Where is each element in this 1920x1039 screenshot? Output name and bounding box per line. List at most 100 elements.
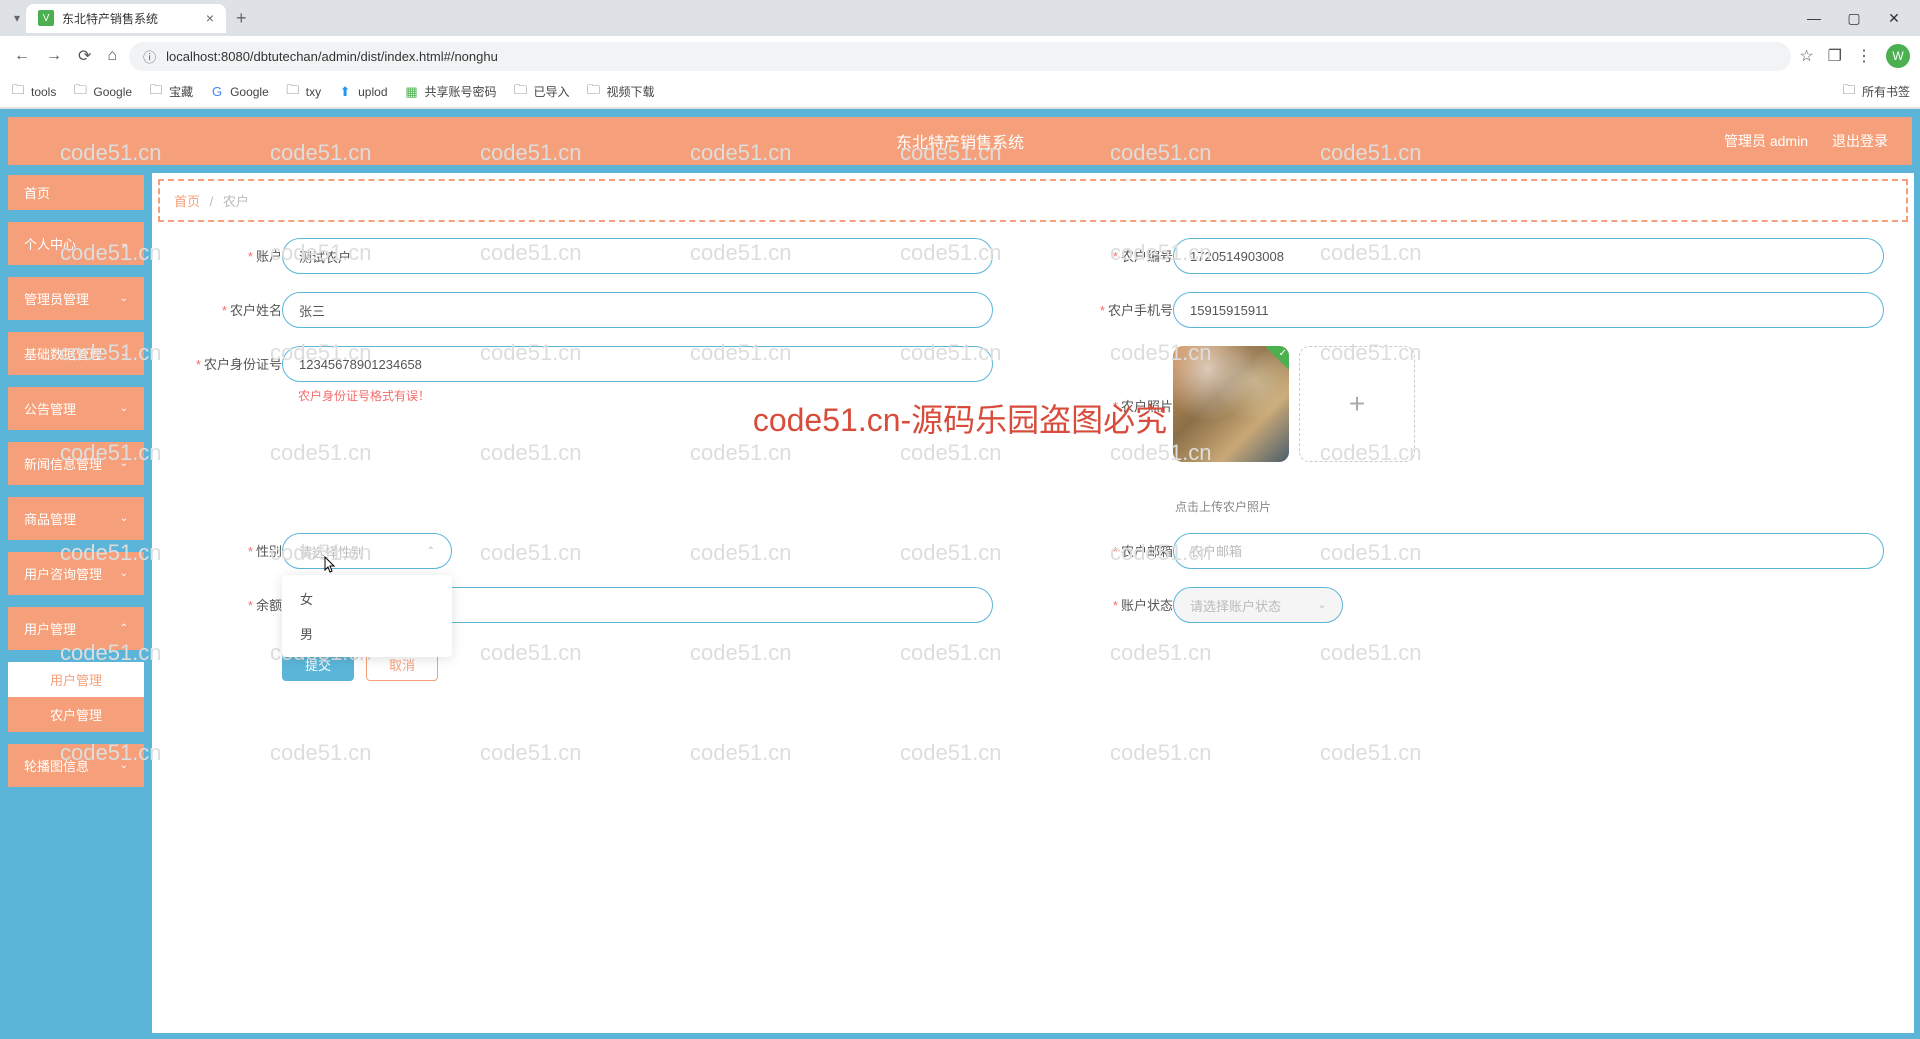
bookmark-share[interactable]: ▦共享账号密码 [404, 83, 497, 100]
close-window-icon[interactable]: ✕ [1884, 10, 1904, 27]
profile-avatar[interactable]: W [1886, 44, 1910, 68]
url-text: localhost:8080/dbtutechan/admin/dist/ind… [166, 49, 498, 64]
breadcrumb-home[interactable]: 首页 [174, 194, 200, 209]
chevron-down-icon: ⌄ [120, 513, 128, 524]
sidebar-item-notice[interactable]: 公告管理⌄ [6, 385, 146, 432]
app-title: 东北特产销售系统 [896, 129, 1024, 153]
account-status-select[interactable]: 请选择账户状态 ⌄ [1173, 587, 1343, 623]
chevron-down-icon: ⌄ [120, 348, 128, 359]
site-info-icon[interactable]: ⓘ [143, 47, 156, 66]
new-tab-button[interactable]: + [226, 8, 257, 29]
chevron-down-icon: ⌄ [120, 238, 128, 249]
bookmark-video[interactable]: 🗀视频下载 [586, 83, 655, 100]
label-gender: *性别 [182, 533, 282, 560]
farmer-no-input[interactable] [1173, 238, 1884, 274]
label-account: *账户 [182, 238, 282, 265]
gender-dropdown: 女 男 [282, 575, 452, 657]
gender-placeholder: 请选择性别 [299, 542, 364, 561]
farmer-id-error: 农户身份证号格式有误！ [282, 387, 993, 404]
sidebar-item-consult[interactable]: 用户咨询管理⌄ [6, 550, 146, 597]
breadcrumb: 首页 / 农户 [158, 179, 1908, 222]
breadcrumb-current: 农户 [223, 194, 249, 209]
forward-icon[interactable]: → [42, 43, 66, 69]
label-farmer-photo: *农户照片 [1073, 346, 1173, 415]
maximize-icon[interactable]: ▢ [1844, 10, 1864, 27]
chevron-down-icon: ⌄ [120, 403, 128, 414]
farmer-form: *账户 *农户编号 *农户姓名 *农户手机号 [152, 228, 1914, 691]
sidebar-item-home[interactable]: 首页 [6, 173, 146, 212]
chevron-down-icon: ⌄ [120, 458, 128, 469]
bookmark-import[interactable]: 🗀已导入 [513, 83, 570, 100]
sidebar-item-usermgmt[interactable]: 用户管理⌃ [6, 605, 146, 652]
browser-tab[interactable]: V 东北特产销售系统 × [26, 4, 226, 33]
photo-thumbnail[interactable] [1173, 346, 1289, 462]
sidebar-item-basedata[interactable]: 基础数据管理⌄ [6, 330, 146, 377]
browser-chrome: ▾ V 东北特产销售系统 × + — ▢ ✕ ← → ⟳ ⌂ ⓘ localho… [0, 0, 1920, 109]
sidebar-item-carousel[interactable]: 轮播图信息⌄ [6, 742, 146, 789]
window-controls: — ▢ ✕ [1804, 10, 1920, 27]
sidebar: 首页 个人中心⌄ 管理员管理⌄ 基础数据管理⌄ 公告管理⌄ 新闻信息管理⌄ 商品… [6, 173, 146, 1033]
sidebar-sub-usermgmt[interactable]: 用户管理 [8, 662, 144, 697]
url-input[interactable]: ⓘ localhost:8080/dbtutechan/admin/dist/i… [129, 42, 1791, 71]
photo-upload-button[interactable]: + [1299, 346, 1415, 462]
account-status-placeholder: 请选择账户状态 [1190, 596, 1281, 615]
app-header: 东北特产销售系统 管理员 admin 退出登录 [6, 115, 1914, 167]
bookmark-tools[interactable]: 🗀tools [10, 84, 56, 100]
sidebar-item-product[interactable]: 商品管理⌄ [6, 495, 146, 542]
menu-icon[interactable]: ⋮ [1856, 46, 1872, 66]
app: 东北特产销售系统 管理员 admin 退出登录 首页 个人中心⌄ 管理员管理⌄ … [0, 109, 1920, 1039]
all-bookmarks[interactable]: 🗀所有书签 [1841, 83, 1910, 100]
back-icon[interactable]: ← [10, 43, 34, 69]
label-farmer-id: *农户身份证号 [182, 346, 282, 373]
plus-icon: + [1349, 388, 1365, 420]
bookmark-uplod[interactable]: ⬆uplod [337, 84, 387, 100]
sidebar-submenu: 用户管理 农户管理 [6, 660, 146, 734]
tab-favicon-icon: V [38, 10, 54, 26]
user-label[interactable]: 管理员 admin [1724, 131, 1808, 151]
farmer-email-input[interactable] [1173, 533, 1884, 569]
bookmark-baozang[interactable]: 🗀宝藏 [148, 83, 193, 100]
label-farmer-no: *农户编号 [1073, 238, 1173, 265]
label-account-status: *账户状态 [1073, 587, 1173, 614]
bookmark-google1[interactable]: 🗀Google [72, 84, 132, 100]
breadcrumb-separator: / [210, 194, 214, 209]
chevron-up-icon: ⌃ [427, 546, 435, 557]
main-content: 首页 / 农户 *账户 *农户编号 *农户姓 [152, 173, 1914, 1033]
tab-bar: ▾ V 东北特产销售系统 × + — ▢ ✕ [0, 0, 1920, 36]
tab-close-icon[interactable]: × [206, 10, 214, 26]
tab-title: 东北特产销售系统 [62, 10, 158, 27]
gender-select[interactable]: 请选择性别 ⌃ [282, 533, 452, 569]
label-balance: *余额 [182, 587, 282, 614]
bookmark-google2[interactable]: GGoogle [209, 84, 269, 100]
minimize-icon[interactable]: — [1804, 10, 1824, 27]
logout-button[interactable]: 退出登录 [1832, 131, 1888, 151]
tab-dropdown-icon[interactable]: ▾ [8, 11, 26, 25]
sidebar-item-news[interactable]: 新闻信息管理⌄ [6, 440, 146, 487]
home-icon[interactable]: ⌂ [103, 43, 121, 69]
chevron-down-icon: ⌄ [120, 760, 128, 771]
label-farmer-name: *农户姓名 [182, 292, 282, 319]
farmer-phone-input[interactable] [1173, 292, 1884, 328]
url-bar: ← → ⟳ ⌂ ⓘ localhost:8080/dbtutechan/admi… [0, 36, 1920, 76]
gender-option-male[interactable]: 男 [282, 616, 452, 651]
upload-hint: 点击上传农户照片 [1173, 498, 1884, 515]
chevron-down-icon: ⌄ [1318, 600, 1326, 611]
bookmark-bar: 🗀tools 🗀Google 🗀宝藏 GGoogle 🗀txy ⬆uplod ▦… [0, 76, 1920, 108]
upload-success-icon [1265, 346, 1289, 370]
sidebar-sub-farmermgmt[interactable]: 农户管理 [8, 697, 144, 732]
farmer-id-input[interactable] [282, 346, 993, 382]
account-input[interactable] [282, 238, 993, 274]
sidebar-item-personal[interactable]: 个人中心⌄ [6, 220, 146, 267]
sidebar-item-admin[interactable]: 管理员管理⌄ [6, 275, 146, 322]
chevron-up-icon: ⌃ [120, 623, 128, 634]
label-farmer-email: *农户邮箱 [1073, 533, 1173, 560]
label-farmer-phone: *农户手机号 [1073, 292, 1173, 319]
gender-option-female[interactable]: 女 [282, 581, 452, 616]
extension-icon[interactable]: ❐ [1828, 46, 1842, 66]
reload-icon[interactable]: ⟳ [74, 42, 95, 70]
bookmark-txy[interactable]: 🗀txy [285, 84, 321, 100]
chevron-down-icon: ⌄ [120, 293, 128, 304]
farmer-name-input[interactable] [282, 292, 993, 328]
chevron-down-icon: ⌄ [120, 568, 128, 579]
star-icon[interactable]: ☆ [1799, 46, 1813, 66]
